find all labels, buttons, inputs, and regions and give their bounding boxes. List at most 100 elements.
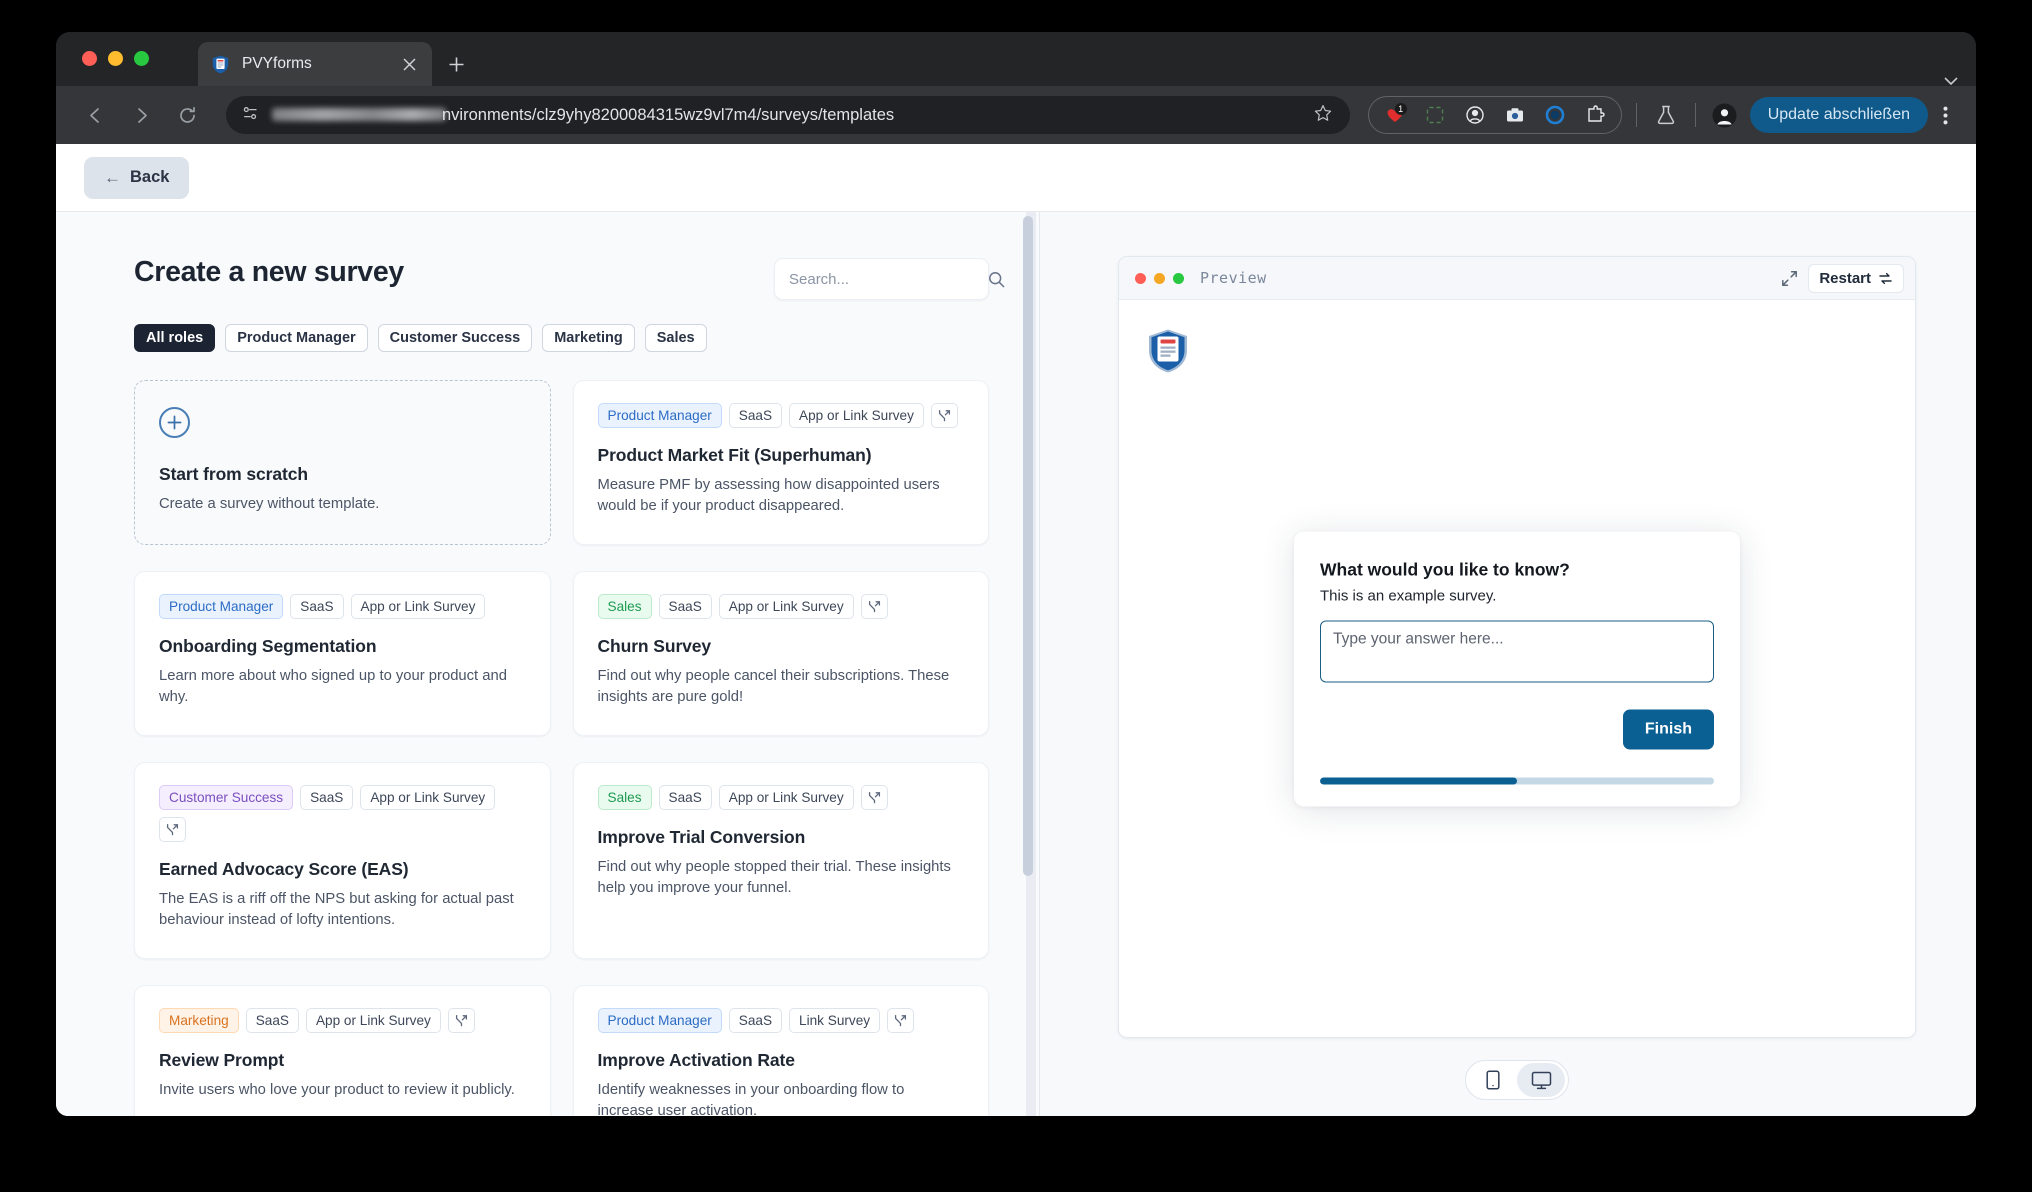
- card-title: Review Prompt: [159, 1049, 285, 1070]
- template-card[interactable]: Product Manager SaaS App or Link Survey Onb…: [134, 570, 551, 736]
- expand-icon[interactable]: [1776, 265, 1802, 291]
- branching-logic-icon: [887, 1007, 915, 1033]
- card-title: Earned Advocacy Score (EAS): [159, 858, 409, 879]
- arrow-right-icon[interactable]: [124, 98, 158, 132]
- browser-tabstrip: PVYforms: [56, 32, 1976, 86]
- survey-answer-input[interactable]: [1320, 620, 1714, 682]
- template-list-scrollbar-track[interactable]: [1023, 212, 1036, 1116]
- maximize-window-button[interactable]: [134, 51, 149, 66]
- card-tags: Product Manager SaaS App or Link Survey: [159, 593, 526, 619]
- mobile-view-button[interactable]: [1469, 1063, 1517, 1097]
- shield-form-icon: [210, 54, 230, 74]
- heart-extension-icon[interactable]: 1: [1383, 103, 1407, 127]
- search-box[interactable]: [774, 258, 1005, 300]
- tag: Product Manager: [597, 403, 722, 428]
- star-icon[interactable]: [1314, 104, 1336, 126]
- role-filter-customer-success[interactable]: Customer Success: [377, 324, 533, 352]
- card-title: Improve Trial Conversion: [597, 826, 806, 847]
- survey-subtitle: This is an example survey.: [1320, 587, 1497, 604]
- card-description: Create a survey without template.: [159, 496, 380, 512]
- page-settings-icon[interactable]: [242, 105, 262, 125]
- arrow-left-icon[interactable]: [78, 98, 112, 132]
- url-redacted-region: [272, 108, 446, 121]
- tag: Product Manager: [597, 1007, 722, 1033]
- survey-progress-bar: [1320, 777, 1714, 784]
- card-tags: Sales SaaS App or Link Survey: [597, 593, 965, 619]
- arrow-left-icon: ←: [104, 167, 121, 187]
- tag: Customer Success: [159, 784, 294, 810]
- page-body: Create a new survey All roles Product Man…: [56, 212, 1976, 1116]
- template-list-scrollbar-thumb[interactable]: [1023, 216, 1033, 876]
- survey-progress-fill: [1320, 777, 1517, 784]
- card-tags: Product Manager SaaS App or Link Survey: [597, 403, 965, 428]
- close-icon[interactable]: [398, 53, 420, 75]
- extensions-pill: 1: [1367, 96, 1622, 134]
- template-card[interactable]: Marketing SaaS App or Link Survey Review Pr…: [134, 984, 551, 1116]
- preview-actions: Restart: [1776, 263, 1904, 293]
- update-button[interactable]: Update abschließen: [1749, 97, 1928, 133]
- card-description: The EAS is a riff off the NPS but asking…: [159, 890, 514, 929]
- tag: Link Survey: [789, 1007, 881, 1033]
- device-toggle: [1465, 1060, 1569, 1100]
- branching-logic-icon: [860, 784, 888, 810]
- tag: Sales: [597, 593, 652, 619]
- card-title: Product Market Fit (Superhuman): [597, 445, 872, 465]
- survey-actions: Finish: [1320, 709, 1714, 749]
- tag: SaaS: [658, 784, 712, 810]
- role-filter-all-roles[interactable]: All roles: [134, 324, 216, 352]
- close-window-button[interactable]: [82, 51, 97, 66]
- kebab-menu-icon[interactable]: [1930, 106, 1960, 125]
- template-card[interactable]: Sales SaaS App or Link Survey Churn Survey F…: [572, 570, 989, 736]
- template-card[interactable]: Product Manager SaaS Link Survey Improve Ac…: [572, 984, 989, 1116]
- plus-circle-icon: [159, 407, 190, 438]
- tag: SaaS: [728, 1007, 783, 1033]
- role-filter-marketing[interactable]: Marketing: [542, 324, 635, 352]
- finish-button[interactable]: Finish: [1622, 709, 1714, 749]
- restart-button[interactable]: Restart: [1808, 263, 1904, 293]
- branching-logic-icon: [860, 593, 888, 619]
- preview-titlebar: Preview Restart: [1119, 257, 1915, 300]
- panel-header: Create a new survey: [134, 256, 1005, 300]
- role-filter-product-manager[interactable]: Product Manager: [225, 324, 368, 352]
- reload-icon[interactable]: [170, 98, 204, 132]
- tag: App or Link Survey: [718, 593, 854, 619]
- tag: App or Link Survey: [305, 1007, 441, 1033]
- survey-preview-card: What would you like to know? This is an …: [1294, 531, 1740, 806]
- desktop-view-button[interactable]: [1517, 1063, 1565, 1097]
- puzzle-extension-icon[interactable]: [1583, 103, 1607, 127]
- tag: App or Link Survey: [350, 593, 486, 619]
- template-card[interactable]: Customer Success SaaS App or Link Survey Ea…: [134, 761, 551, 959]
- browser-tab[interactable]: PVYforms: [198, 42, 432, 86]
- template-card[interactable]: Sales SaaS App or Link Survey Improve Trial…: [572, 761, 989, 959]
- branching-logic-icon: [159, 816, 186, 842]
- card-description: Measure PMF by assessing how disappointe…: [597, 477, 940, 515]
- extension-badge: 1: [1394, 103, 1407, 115]
- minimize-window-button[interactable]: [108, 51, 123, 66]
- account-extension-icon[interactable]: [1463, 103, 1487, 127]
- template-card[interactable]: Product Manager SaaS App or Link Survey Pro…: [572, 380, 989, 545]
- plus-icon[interactable]: [442, 50, 470, 78]
- flask-icon[interactable]: [1651, 100, 1681, 130]
- role-filter-list: All roles Product Manager Customer Success…: [134, 324, 989, 352]
- tag: Product Manager: [159, 593, 284, 619]
- circle-extension-icon[interactable]: [1543, 103, 1567, 127]
- card-title: Start from scratch: [159, 464, 308, 484]
- role-filter-sales[interactable]: Sales: [644, 324, 707, 352]
- restart-icon: [1878, 271, 1893, 286]
- screenshot-extension-icon[interactable]: [1423, 103, 1447, 127]
- tag: SaaS: [290, 593, 344, 619]
- search-icon[interactable]: [988, 271, 1005, 288]
- restart-label: Restart: [1819, 269, 1871, 287]
- address-bar[interactable]: nvironments/clz9yhy8200084315wz9vl7m4/su…: [226, 96, 1350, 134]
- camera-extension-icon[interactable]: [1503, 103, 1527, 127]
- tag: App or Link Survey: [789, 403, 924, 428]
- profile-avatar-icon[interactable]: [1710, 100, 1740, 130]
- start-from-scratch-card[interactable]: Start from scratch Create a survey withou…: [134, 380, 551, 545]
- tag: Marketing: [159, 1007, 239, 1033]
- url-field[interactable]: nvironments/clz9yhy8200084315wz9vl7m4/su…: [266, 96, 1306, 134]
- search-input[interactable]: [789, 270, 988, 288]
- back-button[interactable]: ← Back: [84, 156, 190, 199]
- tag: SaaS: [728, 403, 783, 428]
- card-tags: Product Manager SaaS Link Survey: [597, 1007, 965, 1033]
- tag: App or Link Survey: [360, 784, 496, 810]
